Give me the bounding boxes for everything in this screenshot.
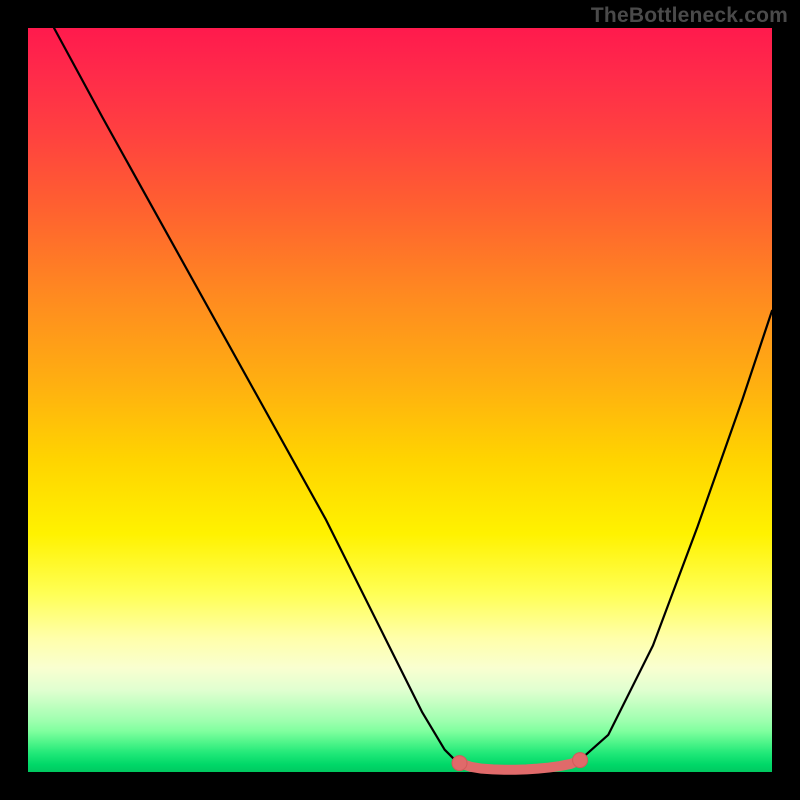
valley-markers: [452, 753, 588, 771]
valley-connector: [460, 760, 581, 770]
curve-path: [54, 28, 772, 770]
chart-frame: [28, 28, 772, 772]
valley-marker-end: [573, 753, 588, 768]
bottleneck-curve: [54, 28, 772, 770]
chart-svg: [28, 28, 772, 772]
valley-marker-start: [452, 756, 467, 771]
attribution-text: TheBottleneck.com: [591, 4, 788, 28]
